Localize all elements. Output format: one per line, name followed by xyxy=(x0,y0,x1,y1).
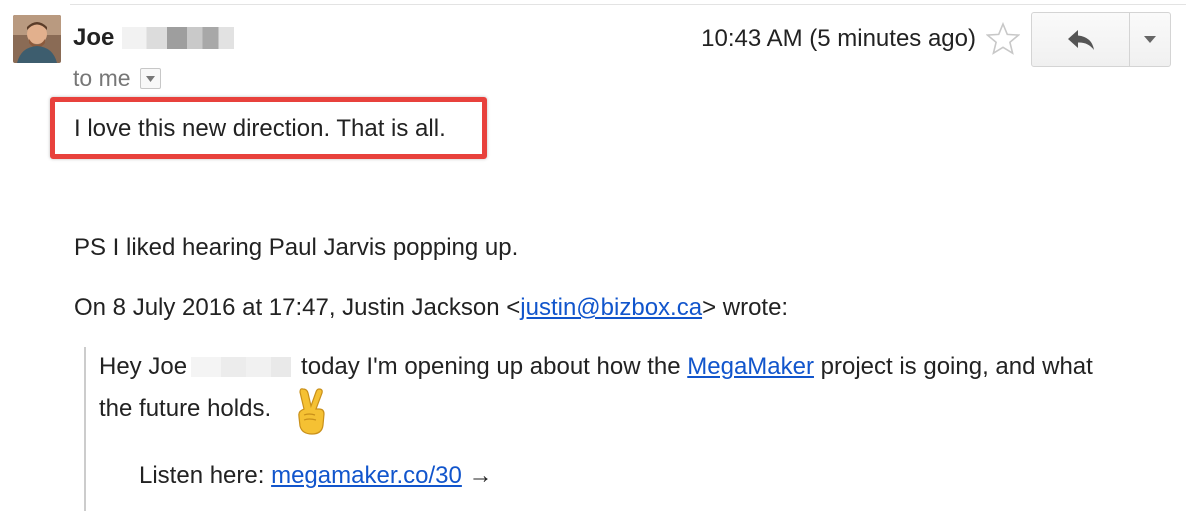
recipient-label: to me xyxy=(73,65,131,91)
header-divider xyxy=(70,4,1186,5)
reply-arrow-icon xyxy=(1067,29,1094,50)
reply-button-group xyxy=(1031,12,1171,67)
victory-hand-emoji-icon xyxy=(291,385,331,435)
user-avatar-photo-icon xyxy=(13,15,61,63)
caret-down-icon xyxy=(145,75,155,82)
quote-attribution: On 8 July 2016 at 17:47, Justin Jackson … xyxy=(74,294,788,322)
star-outline-icon xyxy=(985,21,1021,55)
quote-border xyxy=(84,347,86,511)
listen-prefix: Listen here: xyxy=(139,462,265,489)
megamaker-link[interactable]: MegaMaker xyxy=(687,353,814,381)
attribution-prefix: On 8 July 2016 at 17:47, Justin Jackson … xyxy=(74,294,521,321)
right-arrow: → xyxy=(468,462,493,489)
quoted-text-before-link: today I'm opening up about how the xyxy=(301,353,681,380)
message-line-1: I love this new direction. That is all. xyxy=(74,115,446,142)
caret-down-icon xyxy=(1144,36,1156,43)
episode-link[interactable]: megamaker.co/30 xyxy=(271,462,462,489)
quoted-line-1: Hey Joe today I'm opening up about how t… xyxy=(99,353,1093,381)
sender-name[interactable]: Joe xyxy=(73,24,235,52)
redacted-surname xyxy=(122,27,235,49)
redacted-surname xyxy=(191,357,292,377)
listen-line: Listen here: megamaker.co/30 → xyxy=(139,462,493,490)
recipient-line: to me xyxy=(73,65,161,92)
quoted-greeting: Hey Joe xyxy=(99,353,188,380)
message-line-2: PS I liked hearing Paul Jarvis popping u… xyxy=(74,234,519,261)
quoted-text-after-link: project is going, and what xyxy=(820,353,1093,380)
star-button[interactable] xyxy=(985,21,1021,56)
recipient-details-toggle[interactable] xyxy=(139,68,161,89)
sender-email-link[interactable]: justin@bizbox.ca xyxy=(520,294,702,321)
message-timestamp: 10:43 AM (5 minutes ago) xyxy=(701,25,976,52)
attribution-suffix: > wrote: xyxy=(702,294,789,321)
sender-avatar[interactable] xyxy=(13,15,61,63)
more-actions-button[interactable] xyxy=(1130,13,1170,66)
reply-button[interactable] xyxy=(1032,13,1130,66)
quoted-line-2: the future holds. xyxy=(99,395,272,422)
sender-first-name: Joe xyxy=(73,24,115,51)
